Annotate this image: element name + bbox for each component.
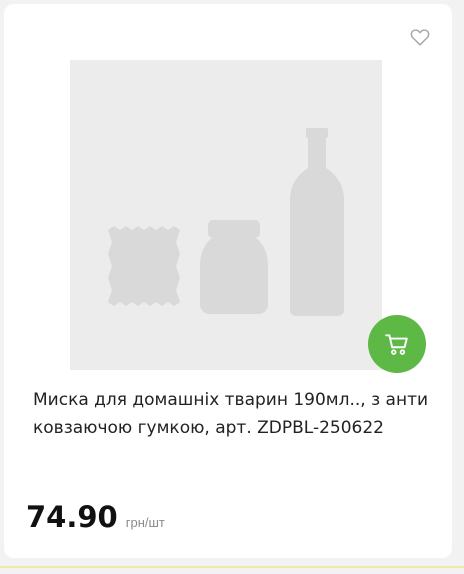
add-to-cart-button[interactable]	[368, 315, 426, 373]
bottom-divider	[0, 566, 464, 568]
price-row: 74.90 грн/шт	[26, 500, 165, 534]
placeholder-jar-body	[200, 238, 268, 314]
placeholder-bag-shape	[108, 226, 180, 306]
product-image[interactable]	[70, 60, 382, 370]
favorite-button[interactable]	[409, 26, 431, 48]
price-unit: грн/шт	[125, 515, 165, 530]
product-price: 74.90	[26, 500, 118, 534]
product-placeholder-icon	[108, 128, 344, 316]
placeholder-bottle-cap	[306, 128, 328, 138]
placeholder-bottle-body	[290, 138, 344, 316]
placeholder-jar-lid	[208, 220, 260, 238]
heart-icon	[410, 29, 430, 46]
product-card[interactable]: Миска для домашніх тварин 190мл.., з ант…	[4, 4, 452, 558]
cart-icon	[385, 334, 408, 355]
product-title[interactable]: Миска для домашніх тварин 190мл.., з ант…	[33, 386, 433, 442]
